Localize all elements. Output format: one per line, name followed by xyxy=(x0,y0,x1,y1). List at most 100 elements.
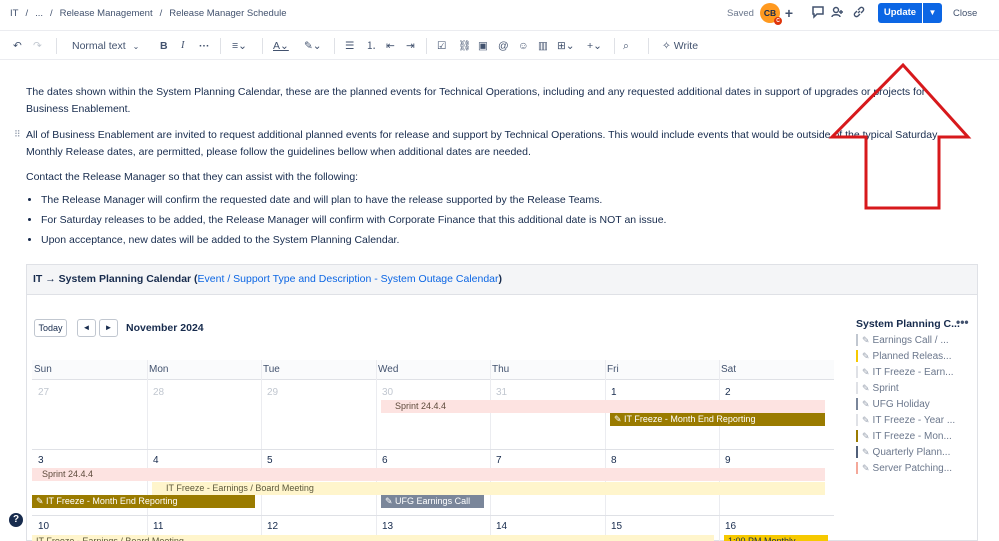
avatar[interactable]: CB C xyxy=(760,3,782,25)
text-style-select[interactable]: Normal text ⌄ xyxy=(72,39,139,53)
macro-title-link[interactable]: Event / Support Type and Description - S… xyxy=(198,273,499,285)
day-number[interactable]: 6 xyxy=(382,455,388,466)
day-number[interactable]: 5 xyxy=(267,455,273,466)
sidebar-title[interactable]: System Planning C... xyxy=(856,318,996,330)
day-number[interactable]: 13 xyxy=(382,521,393,532)
text-color-icon[interactable]: A⌄ xyxy=(273,39,289,53)
search-icon[interactable]: ⌕ xyxy=(623,39,629,53)
outdent-icon[interactable]: ⇤ xyxy=(386,39,395,53)
top-bar: IT / ... / Release Management / Release Man… xyxy=(0,0,999,28)
mention-icon[interactable]: @ xyxy=(498,39,509,53)
link-icon[interactable] xyxy=(851,5,867,21)
undo-icon[interactable]: ↶ xyxy=(13,39,22,53)
list-item[interactable]: For Saturday releases to be added, the R… xyxy=(41,212,971,229)
sidebar-calendar-item[interactable]: ✎ IT Freeze - Mon... xyxy=(856,429,952,444)
day-number[interactable]: 16 xyxy=(725,521,736,532)
color-swatch xyxy=(856,350,858,362)
bold-icon[interactable]: B xyxy=(160,39,168,53)
bullet-list-icon[interactable]: ☰ xyxy=(345,39,354,53)
event-sprint[interactable]: Sprint 24.4.4 xyxy=(381,400,825,413)
macro-header: IT → System Planning Calendar (Event / S… xyxy=(27,265,977,295)
breadcrumb-release-manager-schedule[interactable]: Release Manager Schedule xyxy=(169,8,286,19)
sidebar-item-label: Server Patching... xyxy=(872,463,953,474)
more-options-icon[interactable]: ••• xyxy=(956,315,969,329)
day-number[interactable]: 10 xyxy=(38,521,49,532)
emoji-icon[interactable]: ☺ xyxy=(518,39,529,53)
day-number[interactable]: 14 xyxy=(496,521,507,532)
write-button[interactable]: ✧ Write xyxy=(662,39,698,53)
image-icon[interactable]: ▣ xyxy=(478,39,488,53)
event-monthly[interactable]: 1:00 PM Monthly xyxy=(724,535,828,541)
sidebar-calendar-item[interactable]: ✎ Sprint xyxy=(856,381,899,396)
drag-handle-icon[interactable]: ⠿ xyxy=(14,129,21,140)
table-icon[interactable]: ⊞⌄ xyxy=(557,39,575,53)
help-icon[interactable]: ? xyxy=(9,513,23,527)
day-number[interactable]: 11 xyxy=(153,521,163,532)
paragraph-intro[interactable]: The dates shown within the System Planni… xyxy=(26,84,936,118)
insert-plus-icon[interactable]: +⌄ xyxy=(587,39,602,53)
sidebar-calendar-item[interactable]: ✎ Quarterly Plann... xyxy=(856,445,950,460)
day-number[interactable]: 27 xyxy=(38,387,49,398)
sidebar-item-label: UFG Holiday xyxy=(872,399,930,410)
day-number[interactable]: 31 xyxy=(496,387,507,398)
italic-icon[interactable]: I xyxy=(181,39,185,53)
calendar-grid: Sun Mon Tue Wed Thu Fri Sat 27 28 29 30 … xyxy=(32,360,834,541)
event-month-end-freeze[interactable]: ✎ IT Freeze - Month End Reporting xyxy=(32,495,255,508)
pencil-icon: ✎ xyxy=(862,415,870,425)
grid-line xyxy=(32,515,834,516)
restrictions-icon[interactable] xyxy=(830,5,846,21)
day-number[interactable]: 2 xyxy=(725,387,731,398)
close-button[interactable]: Close xyxy=(953,8,977,19)
day-number[interactable]: 30 xyxy=(382,387,393,398)
breadcrumb-it[interactable]: IT xyxy=(10,8,18,19)
update-options-chevron-icon[interactable]: ▼ xyxy=(923,3,942,23)
day-number[interactable]: 3 xyxy=(38,455,44,466)
day-number[interactable]: 28 xyxy=(153,387,164,398)
comment-icon[interactable] xyxy=(810,5,826,21)
event-earnings-call[interactable]: ✎ UFG Earnings Call xyxy=(381,495,484,508)
event-sprint[interactable]: Sprint 24.4.4 xyxy=(32,468,825,481)
sidebar-calendar-item[interactable]: ✎ Server Patching... xyxy=(856,461,952,476)
list-item[interactable]: Upon acceptance, new dates will be added… xyxy=(41,232,971,249)
month-title: November 2024 xyxy=(126,322,204,334)
day-number[interactable]: 12 xyxy=(267,521,278,532)
today-button[interactable]: Today xyxy=(34,319,67,337)
pencil-icon: ✎ xyxy=(862,447,870,457)
day-number[interactable]: 7 xyxy=(496,455,502,466)
event-earnings-freeze[interactable]: IT Freeze - Earnings / Board Meeting xyxy=(152,482,825,495)
invite-plus-icon[interactable]: + xyxy=(781,5,797,21)
highlight-icon[interactable]: ✎⌄ xyxy=(304,39,322,53)
sidebar-calendar-item[interactable]: ✎ IT Freeze - Year ... xyxy=(856,413,955,428)
paragraph-contact[interactable]: Contact the Release Manager so that they… xyxy=(26,169,976,186)
alignment-icon[interactable]: ≡⌄ xyxy=(232,39,247,53)
event-month-end-freeze[interactable]: ✎ IT Freeze - Month End Reporting xyxy=(610,413,825,426)
checkbox-icon[interactable]: ☑ xyxy=(437,39,446,53)
day-number[interactable]: 9 xyxy=(725,455,731,466)
layout-icon[interactable]: ▥ xyxy=(538,39,548,53)
day-number[interactable]: 15 xyxy=(611,521,622,532)
breadcrumb-release-management[interactable]: Release Management xyxy=(60,8,153,19)
indent-icon[interactable]: ⇥ xyxy=(406,39,415,53)
day-number[interactable]: 29 xyxy=(267,387,278,398)
day-number[interactable]: 4 xyxy=(153,455,159,466)
day-number[interactable]: 8 xyxy=(611,455,617,466)
insert-link-icon[interactable]: ⛓ xyxy=(458,39,471,53)
prev-month-button[interactable]: ◄ xyxy=(77,319,96,337)
redo-icon[interactable]: ↷ xyxy=(33,39,42,53)
event-earnings-freeze[interactable]: IT Freeze - Earnings / Board Meeting xyxy=(32,535,714,541)
sidebar-calendar-item[interactable]: ✎ Planned Releas... xyxy=(856,349,952,364)
sidebar-calendar-item[interactable]: ✎ UFG Holiday xyxy=(856,397,930,412)
toolbar-divider xyxy=(648,38,649,54)
next-month-button[interactable]: ► xyxy=(99,319,118,337)
list-item[interactable]: The Release Manager will confirm the req… xyxy=(41,192,971,209)
sidebar-calendar-item[interactable]: ✎ Earnings Call / ... xyxy=(856,333,949,348)
breadcrumb-ellipsis[interactable]: ... xyxy=(35,8,43,19)
toolbar-divider xyxy=(262,38,263,54)
paragraph-invite[interactable]: All of Business Enablement are invited t… xyxy=(26,127,976,161)
more-formatting-icon[interactable]: ··· xyxy=(199,39,210,53)
update-button[interactable]: Update xyxy=(878,3,922,23)
day-number[interactable]: 1 xyxy=(611,387,617,398)
color-swatch xyxy=(856,382,858,394)
numbered-list-icon[interactable]: ⒈ xyxy=(366,39,377,53)
sidebar-calendar-item[interactable]: ✎ IT Freeze - Earn... xyxy=(856,365,954,380)
